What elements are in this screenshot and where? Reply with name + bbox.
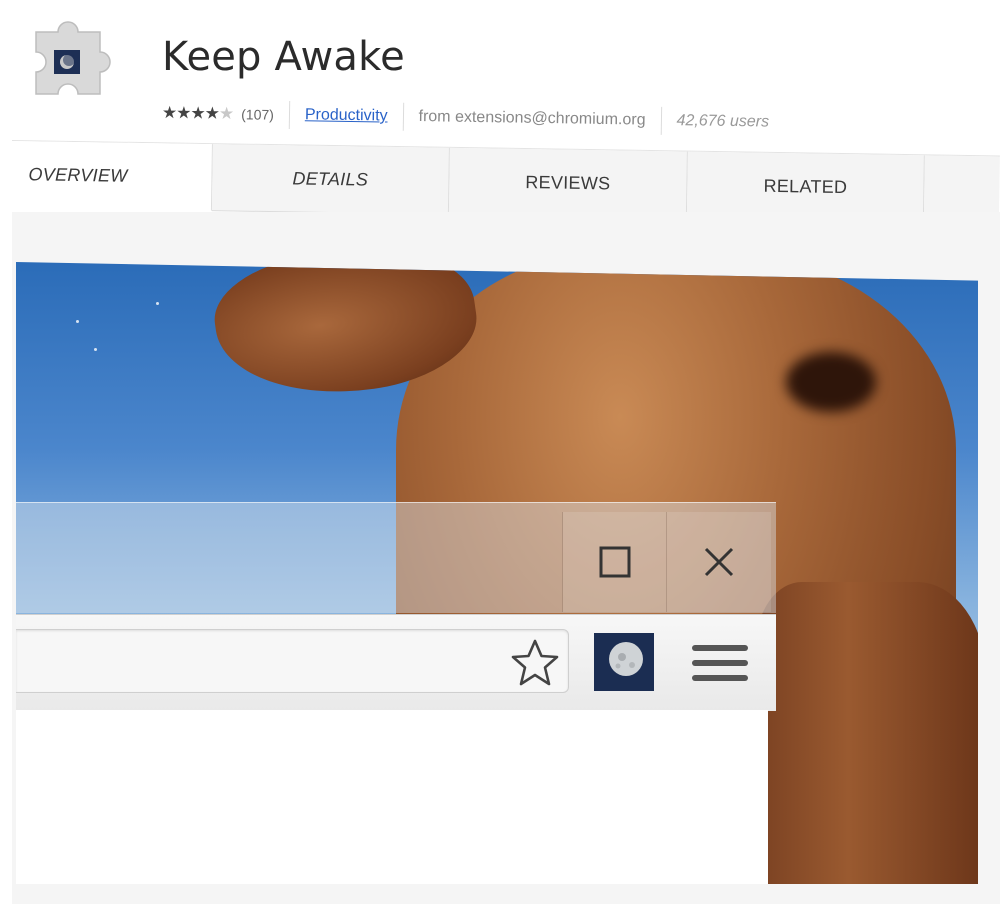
star-outline-icon [511,639,559,686]
close-icon [704,547,734,577]
hamburger-menu-icon [692,660,748,666]
category-link[interactable]: Productivity [305,106,388,125]
address-bar[interactable] [16,629,569,693]
review-count: (107) [241,106,275,123]
moon-icon [594,633,654,691]
rock-hole [786,352,876,412]
hamburger-menu-button[interactable] [692,635,748,691]
maximize-button[interactable] [562,512,667,612]
tab-overview[interactable]: OVERVIEW [10,140,213,212]
browser-page-content [16,710,768,884]
maximize-icon [599,546,631,578]
rock-pillar [756,582,978,884]
divider [288,100,291,130]
hamburger-menu-icon [692,675,748,681]
divider [402,102,404,131]
keep-awake-extension-button[interactable] [594,633,654,691]
extension-screenshot [16,262,978,884]
extension-puzzle-icon [28,18,116,102]
hamburger-menu-icon [692,645,748,651]
rating-stars-filled: ★★★★ [161,103,220,123]
page-title: Keep Awake [162,34,405,80]
divider [660,106,662,135]
browser-toolbar [16,614,776,711]
user-count: 42,676 users [676,112,770,131]
sky-star [76,320,79,323]
rating-stars-empty: ★ [218,103,234,124]
close-button[interactable] [666,512,771,612]
bookmark-star-button[interactable] [508,636,562,690]
extension-meta: ★★★★★ (107) Productivity from extensions… [162,98,770,138]
tab-details[interactable]: DETAILS [211,144,451,215]
rating-stars: ★★★★★ [162,103,234,124]
source-text: from extensions@chromium.org [418,108,646,129]
tab-reviews[interactable]: REVIEWS [449,147,688,219]
sky-star [156,302,159,305]
sky-star [94,348,97,351]
